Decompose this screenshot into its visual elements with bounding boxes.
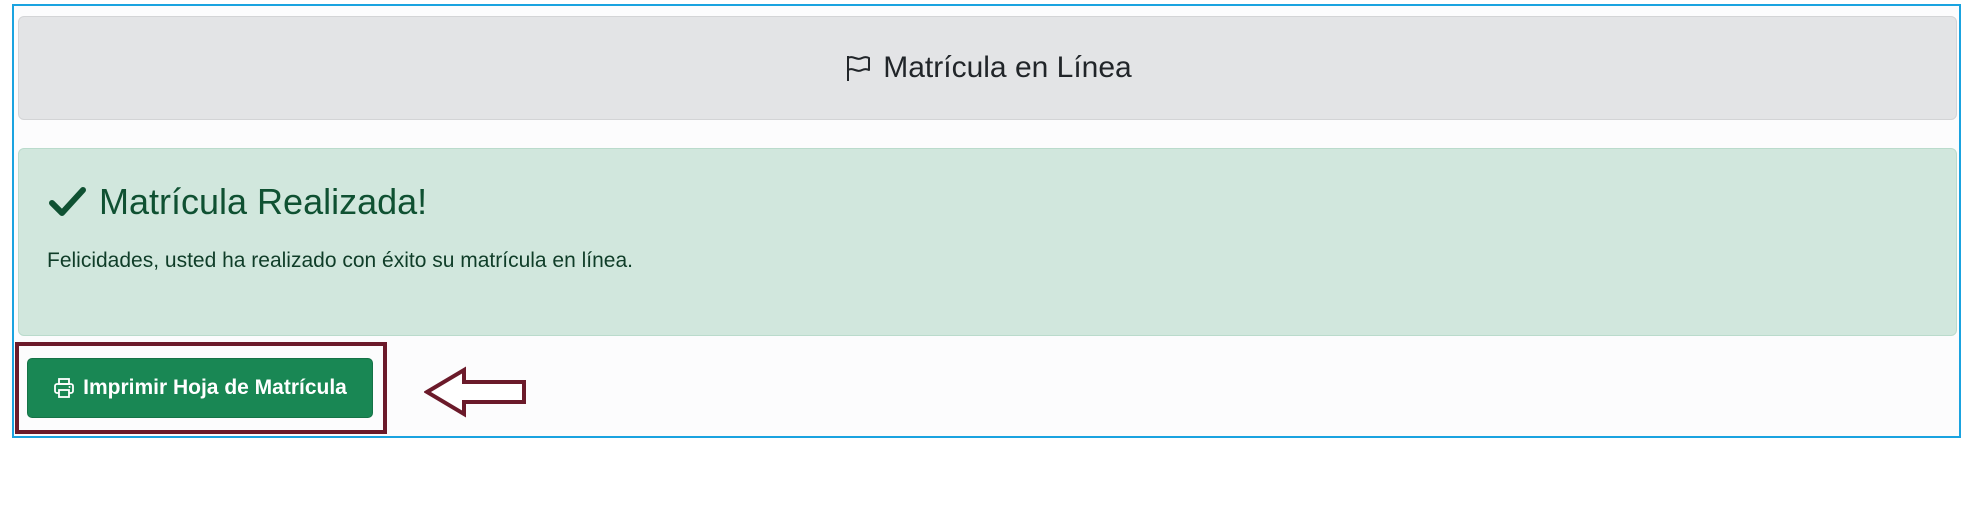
alert-message: Felicidades, usted ha realizado con éxit… — [47, 249, 634, 272]
printer-icon — [53, 377, 75, 399]
success-alert: Matrícula Realizada! Felicidades, usted … — [18, 148, 1957, 336]
print-button-label: Imprimir Hoja de Matrícula — [83, 376, 347, 399]
alert-heading-text: Matrícula Realizada! — [99, 181, 428, 222]
page-title: Matrícula en Línea — [883, 51, 1132, 84]
check-icon — [47, 182, 87, 222]
left-arrow-icon — [423, 366, 528, 418]
highlight-box: Imprimir Hoja de Matrícula — [15, 342, 387, 434]
flag-icon — [843, 53, 873, 83]
alert-heading: Matrícula Realizada! — [47, 181, 427, 223]
print-enrollment-button[interactable]: Imprimir Hoja de Matrícula — [27, 358, 373, 418]
page-header: Matrícula en Línea — [18, 16, 1957, 120]
page-frame: Matrícula en Línea Matrícula Realizada! … — [12, 4, 1961, 438]
